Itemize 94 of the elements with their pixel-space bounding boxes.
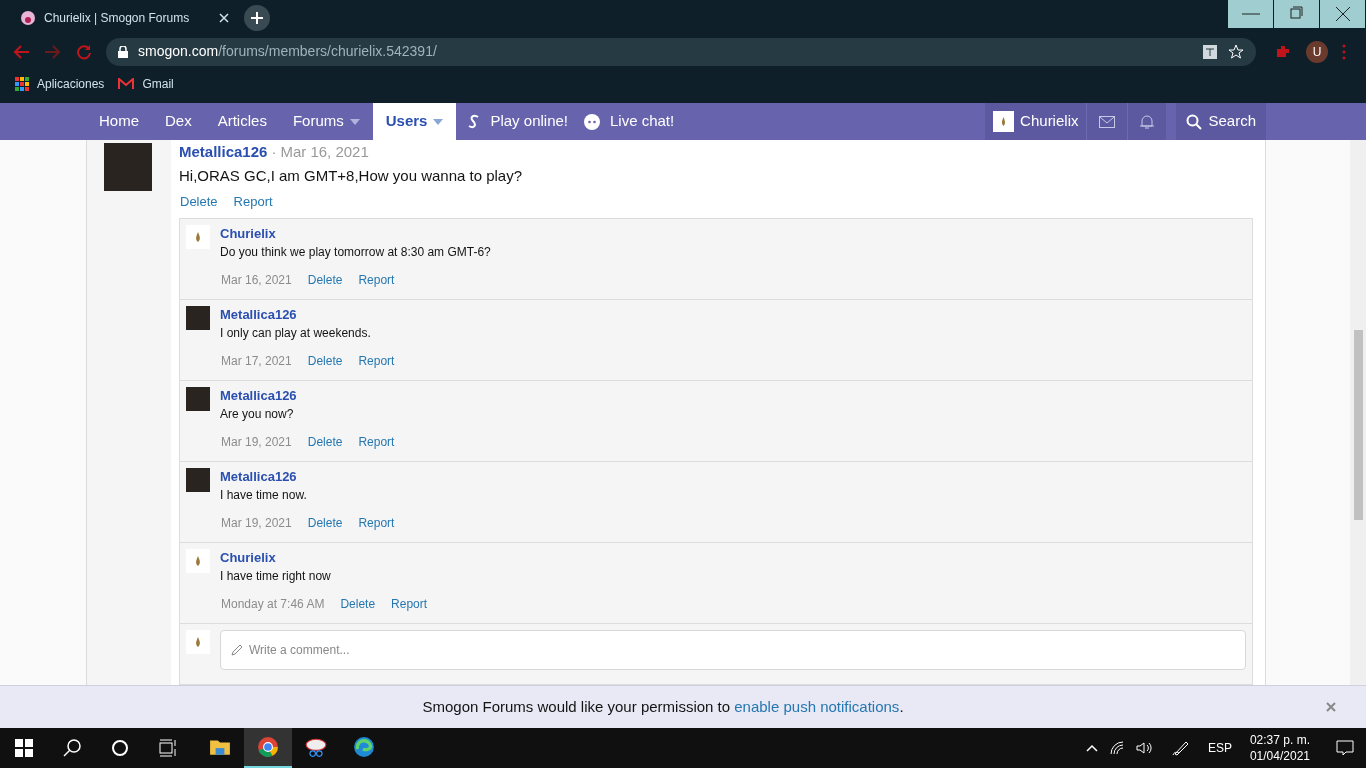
- apps-grid-icon: [15, 77, 29, 91]
- action-link[interactable]: Delete: [307, 352, 343, 370]
- swirl-icon: [353, 736, 375, 758]
- action-link[interactable]: Report: [358, 433, 395, 451]
- nav-tab[interactable]: Home: [86, 103, 152, 140]
- comment-text: I only can play at weekends.: [220, 325, 372, 342]
- minimize-icon[interactable]: [1228, 0, 1274, 28]
- action-link[interactable]: Report: [358, 271, 395, 289]
- action-link[interactable]: Report: [391, 595, 428, 613]
- flame-avatar-icon: [993, 111, 1015, 132]
- nav-tab[interactable]: Articles: [204, 103, 280, 140]
- comment-date: Mar 17, 2021: [221, 353, 292, 370]
- url-text: smogon.com/forums/members/churielix.542391/: [138, 42, 438, 61]
- search-button[interactable]: Search: [1176, 103, 1266, 140]
- speaker-icon[interactable]: [1135, 741, 1152, 755]
- profile-avatar[interactable]: U: [1306, 40, 1328, 63]
- comment-text: Do you think we play tomorrow at 8:30 am GMT-6?: [220, 244, 491, 261]
- back-arrow-icon[interactable]: [12, 43, 30, 60]
- more-icon[interactable]: [1342, 43, 1346, 60]
- envelope-icon: [1099, 115, 1116, 128]
- comment-date: Mar 19, 2021: [221, 434, 292, 451]
- clock-date[interactable]: 01/04/2021: [1249, 748, 1310, 764]
- scrollbar-thumb[interactable]: [1353, 330, 1363, 520]
- username-link[interactable]: Metallica126: [179, 141, 268, 164]
- mail-icon: [118, 78, 135, 90]
- post-date: Mar 16, 2021: [280, 142, 369, 163]
- comment-date: Monday at 7:46 AM: [221, 596, 325, 613]
- close-icon[interactable]: [1320, 0, 1366, 28]
- nav-tab[interactable]: Forums: [279, 103, 373, 140]
- bookmark-link[interactable]: Gmail: [142, 75, 174, 93]
- flame-avatar-icon: [186, 630, 210, 654]
- address-bar[interactable]: smogon.com/forums/members/churielix.542391/: [106, 37, 1256, 66]
- photo-placeholder: [186, 468, 210, 492]
- taskbar-app[interactable]: [244, 728, 292, 768]
- comment-field[interactable]: Write a comment...: [220, 630, 1246, 670]
- action-link[interactable]: Delete: [307, 433, 343, 451]
- circle-icon[interactable]: [110, 738, 130, 758]
- tab-title: Churielix | Smogon Forums: [44, 9, 191, 27]
- language-indicator[interactable]: ESP: [1207, 739, 1232, 757]
- nav-link[interactable]: Play online!: [490, 110, 568, 133]
- comment-date: Mar 16, 2021: [221, 272, 292, 289]
- action-link[interactable]: Report: [233, 192, 273, 212]
- nav-link[interactable]: Live chat!: [610, 110, 675, 133]
- new-tab-icon[interactable]: [244, 4, 270, 31]
- flame-avatar-icon: [186, 225, 210, 249]
- search-icon[interactable]: [62, 738, 82, 758]
- scissors-icon: [305, 736, 327, 758]
- notice-text: Smogon Forums would like your permission to enable push notifications.: [422, 696, 904, 717]
- reload-icon[interactable]: [76, 43, 92, 60]
- separator-dot: ·: [271, 142, 277, 163]
- task-view-icon[interactable]: [158, 738, 178, 758]
- pen-icon[interactable]: [1171, 740, 1190, 756]
- action-link[interactable]: Delete: [180, 192, 218, 212]
- translate-icon[interactable]: [1202, 43, 1218, 60]
- wifi-icon[interactable]: [1109, 741, 1124, 755]
- action-link[interactable]: Delete: [307, 271, 343, 289]
- account-button[interactable]: Churielix: [985, 103, 1087, 140]
- pencil-icon: [231, 644, 243, 656]
- comment-date: Mar 19, 2021: [221, 515, 292, 532]
- browser-icon: [257, 736, 279, 758]
- username-link[interactable]: Churielix: [220, 225, 491, 243]
- action-link[interactable]: Report: [358, 352, 395, 370]
- comment-text: I have time right now: [220, 568, 332, 585]
- photo-placeholder: [186, 387, 210, 411]
- username-link[interactable]: Metallica126: [220, 306, 395, 324]
- restore-icon[interactable]: [1274, 0, 1320, 28]
- username-link[interactable]: Metallica126: [220, 387, 395, 405]
- action-link[interactable]: Delete: [307, 514, 343, 532]
- username-link[interactable]: Metallica126: [220, 468, 395, 486]
- comment-text: I have time now.: [220, 487, 308, 504]
- nav-tab[interactable]: Dex: [152, 103, 205, 140]
- clock-time[interactable]: 02:37 p. m.: [1249, 732, 1310, 748]
- chevron-up-icon[interactable]: [1085, 744, 1098, 752]
- s-logo-icon: [468, 113, 481, 130]
- search-icon: [1186, 113, 1203, 130]
- browser-tab[interactable]: Churielix | Smogon Forums: [0, 0, 240, 35]
- lock-icon: [118, 45, 128, 58]
- comment-text: Are you now?: [220, 406, 295, 423]
- notice-link[interactable]: enable push notifications: [734, 697, 900, 715]
- username-link[interactable]: Churielix: [220, 549, 428, 567]
- star-icon[interactable]: [1228, 43, 1244, 60]
- inbox-button[interactable]: [1086, 103, 1128, 140]
- notification-icon[interactable]: [1336, 740, 1354, 756]
- photo-placeholder: [104, 143, 152, 191]
- post-body: Hi,ORAS GC,I am GMT+8,How you wanna to play?: [179, 166, 524, 187]
- action-link[interactable]: Report: [358, 514, 395, 532]
- nav-tab[interactable]: Users: [372, 103, 457, 140]
- bell-icon: [1140, 113, 1155, 130]
- alerts-button[interactable]: [1127, 103, 1167, 140]
- photo-placeholder: [186, 306, 210, 330]
- action-link[interactable]: Delete: [340, 595, 376, 613]
- windows-logo-icon[interactable]: [14, 738, 34, 758]
- flame-avatar-icon: [186, 549, 210, 573]
- bookmark-link[interactable]: Aplicaciones: [37, 75, 105, 93]
